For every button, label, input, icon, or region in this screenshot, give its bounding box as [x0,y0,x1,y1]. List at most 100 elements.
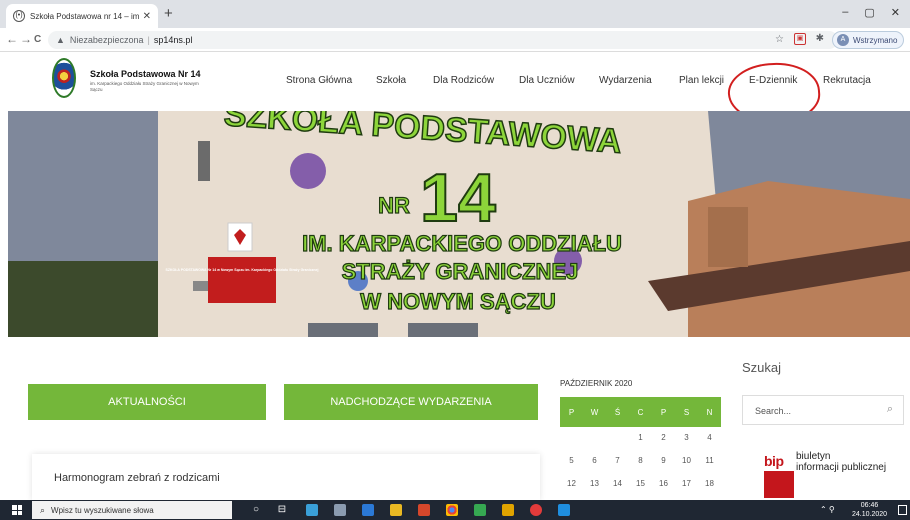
forward-button[interactable]: → [20,32,32,46]
calendar-day[interactable]: 15 [629,479,652,488]
mural-line5: W NOWYM SĄCZU [360,289,556,314]
weekday-label: S [683,408,690,417]
weekday-label: N [706,408,713,417]
tray-chevron-icon[interactable]: ⌃ ⚲ [820,505,835,514]
calendar-day[interactable]: 13 [583,479,606,488]
app-icon[interactable] [474,504,486,516]
bip-line1: biuletyn [796,451,831,462]
address-separator: | [147,35,150,45]
taskbar-search[interactable]: ⌕ Wpisz tu wyszukiwane słowa [32,501,232,519]
calendar-day[interactable]: 11 [698,456,721,465]
chrome-icon[interactable] [446,504,458,516]
address-bar[interactable]: ▲ Niezabezpieczona | sp14ns.pl [48,31,838,49]
profile-status: Wstrzymano [853,35,898,45]
clock[interactable]: 06:46 24.10.2020 [852,501,887,519]
school-plaque: SZKOŁA PODSTAWOWA Nr 14 w Nowym Sączu im… [166,268,319,272]
calendar-day[interactable]: 16 [652,479,675,488]
hero-banner: SZKOŁA PODSTAWOWA NR 14 IM. KARPACKIEGO … [8,111,910,337]
nav-home[interactable]: Strona Główna [286,75,352,86]
security-status: Niezabezpieczona [69,35,144,45]
site-favicon-icon: (•) [13,10,25,22]
calendar-day[interactable]: 10 [675,456,698,465]
search-icon: ⌕ [40,504,46,515]
bip-logo-bar [764,471,794,498]
calendar-month: PAŹDZIERNIK 2020 [560,379,633,388]
calendar-day[interactable]: 8 [629,456,652,465]
bookmark-star-icon[interactable]: ☆ [775,34,784,45]
post-title[interactable]: Harmonogram zebrań z rodzicami [54,472,220,484]
calendar-day[interactable]: 9 [652,456,675,465]
nav-recruitment[interactable]: Rekrutacja [823,75,871,86]
app-icon[interactable] [502,504,514,516]
extension-icon[interactable]: ▣ [794,33,806,45]
minimize-button[interactable]: – [842,6,848,19]
calendar-day[interactable]: 3 [675,433,698,442]
nav-students[interactable]: Dla Uczniów [519,75,575,86]
search-placeholder: Search... [755,406,792,416]
hero-mural-image: SZKOŁA PODSTAWOWA NR 14 IM. KARPACKIEGO … [8,111,910,337]
taskbar-search-placeholder: Wpisz tu wyszukiwane słowa [51,505,154,515]
opera-icon[interactable] [530,504,542,516]
avatar: A [837,34,849,46]
reload-button[interactable]: C [34,34,41,45]
mural-nr: NR [378,193,410,218]
close-window-button[interactable]: ✕ [891,6,900,19]
calendar-day[interactable]: 7 [606,456,629,465]
calendar-day[interactable]: 12 [560,479,583,488]
nav-school[interactable]: Szkoła [376,75,406,86]
clock-time: 06:46 [860,502,879,509]
nav-events[interactable]: Wydarzenia [599,75,652,86]
cortana-icon[interactable]: ○ [250,504,262,516]
new-tab-button[interactable]: + [164,6,173,21]
profile-button[interactable]: A Wstrzymano [832,31,904,49]
extensions-puzzle-icon[interactable]: ✱ [816,33,824,44]
clock-date: 24.10.2020 [852,511,888,518]
bip-logo: bip [764,453,784,469]
calendar-day[interactable]: 2 [652,433,675,442]
back-button[interactable]: ← [6,32,18,46]
bip-text: biuletyn informacji publicznej [796,451,886,473]
tab-close-icon[interactable]: ✕ [143,11,151,22]
bip-banner[interactable]: bip biuletyn informacji publicznej [764,449,910,499]
site-header: Szkoła Podstawowa Nr 14 im. Karpackiego … [0,53,910,127]
tab-title: Szkoła Podstawowa nr 14 – im. K [30,11,139,21]
calendar-day[interactable]: 5 [560,456,583,465]
school-logo[interactable] [52,58,76,98]
nav-timetable[interactable]: Plan lekcji [679,75,724,86]
browser-toolbar: ← → C ▲ Niezabezpieczona | sp14ns.pl ☆ ▣… [0,28,910,52]
app-icon[interactable] [418,504,430,516]
task-view-icon[interactable]: ⊟ [276,504,288,516]
mural-line4: STRAŻY GRANICZNEJ [342,259,579,284]
calendar-day[interactable]: 4 [698,433,721,442]
brand-name[interactable]: Szkoła Podstawowa Nr 14 [90,69,201,79]
brand-subtitle: im. Karpackiego Oddziału Straży Graniczn… [90,81,199,92]
maximize-button[interactable]: ▢ [864,6,874,19]
notification-icon[interactable] [898,505,907,515]
search-icon[interactable]: ⌕ [887,403,893,416]
app-icon[interactable] [362,504,374,516]
warning-icon[interactable]: ▲ [56,35,65,45]
window-controls: – ▢ ✕ [842,6,900,19]
news-button[interactable]: AKTUALNOŚCI [28,384,266,420]
calendar-header: P W Ś C P S N [560,397,721,427]
app-icon[interactable] [334,504,346,516]
mural-number: 14 [420,160,496,236]
url-text[interactable]: sp14ns.pl [154,35,193,45]
post-card: Harmonogram zebrań z rodzicami [32,454,540,500]
upcoming-events-button[interactable]: NADCHODZĄCE WYDARZENIA [284,384,538,420]
windows-start-icon[interactable] [12,505,22,515]
app-icon[interactable] [306,504,318,516]
nav-parents[interactable]: Dla Rodziców [433,75,494,86]
calendar-day[interactable]: 17 [675,479,698,488]
calendar-day[interactable]: 14 [606,479,629,488]
weekday-label: Ś [614,408,621,417]
mail-icon[interactable] [558,504,570,516]
search-input[interactable]: Search... ⌕ [742,395,904,425]
calendar-day[interactable]: 1 [629,433,652,442]
file-explorer-icon[interactable] [390,504,402,516]
calendar-day[interactable]: 6 [583,456,606,465]
calendar-day[interactable]: 18 [698,479,721,488]
windows-taskbar: ⌕ Wpisz tu wyszukiwane słowa ○ ⊟ ⌃ ⚲ 06:… [0,500,910,520]
browser-tab[interactable]: (•) Szkoła Podstawowa nr 14 – im. K ✕ [6,4,158,28]
weekday-label: W [590,408,599,417]
